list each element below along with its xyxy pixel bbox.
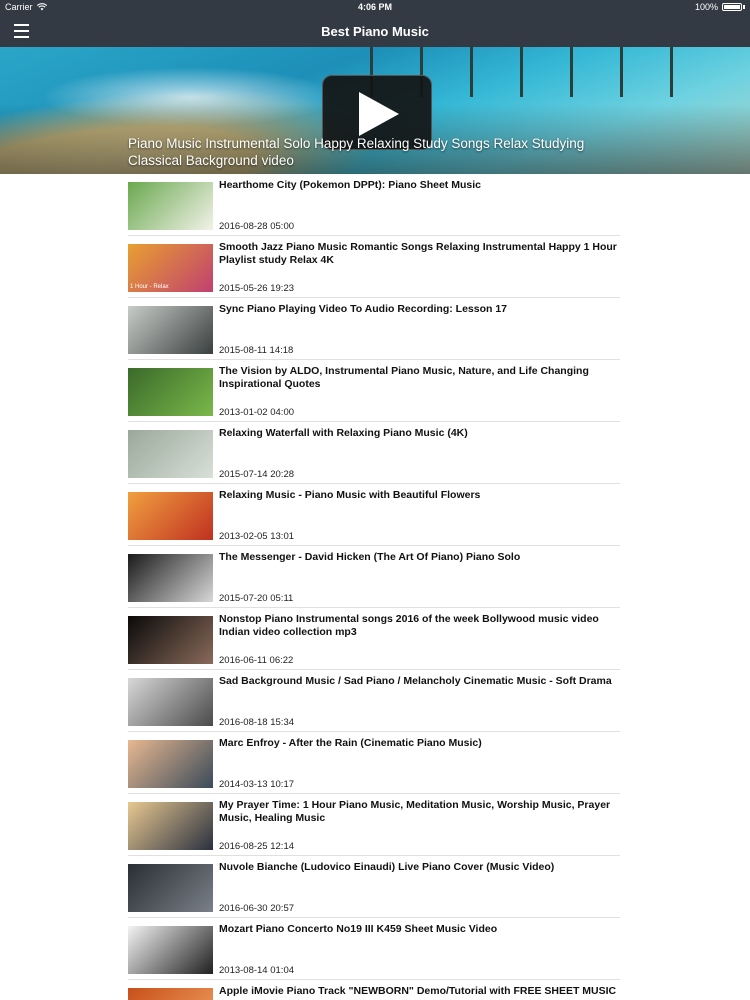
video-thumbnail: [128, 988, 213, 1000]
featured-video[interactable]: Piano Music Instrumental Solo Happy Rela…: [0, 47, 750, 174]
video-date: 2015-07-20 05:11: [219, 593, 294, 604]
video-thumbnail: [128, 430, 213, 478]
video-list: Hearthome City (Pokemon DPPt): Piano She…: [128, 174, 620, 1000]
thumbnail-caption: 1 Hour - Relax: [130, 284, 169, 290]
video-title: Nonstop Piano Instrumental songs 2016 of…: [219, 613, 599, 638]
video-date: 2013-01-02 04:00: [219, 407, 295, 418]
video-thumbnail: [128, 864, 213, 912]
video-title: Smooth Jazz Piano Music Romantic Songs R…: [219, 241, 617, 266]
nav-title: Best Piano Music: [321, 24, 429, 39]
video-date: 2016-08-18 15:34: [219, 717, 295, 728]
video-title: Mozart Piano Concerto No19 III K459 Shee…: [219, 923, 498, 935]
video-date: 2015-08-11 14:18: [219, 345, 294, 356]
video-list-item[interactable]: Apple iMovie Piano Track "NEWBORN" Demo/…: [128, 980, 620, 1000]
video-title: Sync Piano Playing Video To Audio Record…: [219, 303, 508, 315]
video-title: The Messenger - David Hicken (The Art Of…: [219, 551, 521, 563]
video-thumbnail: [128, 802, 213, 850]
video-list-item[interactable]: Sync Piano Playing Video To Audio Record…: [128, 298, 620, 360]
video-thumbnail: [128, 182, 213, 230]
video-list-item[interactable]: Mozart Piano Concerto No19 III K459 Shee…: [128, 918, 620, 980]
video-list-item[interactable]: Nuvole Bianche (Ludovico Einaudi) Live P…: [128, 856, 620, 918]
video-date: 2016-08-25 12:14: [219, 841, 295, 852]
featured-video-title: Piano Music Instrumental Solo Happy Rela…: [128, 136, 585, 168]
video-list-item[interactable]: Marc Enfroy - After the Rain (Cinematic …: [128, 732, 620, 794]
status-bar: Carrier 4:06 PM 100%: [0, 0, 750, 15]
video-thumbnail: [128, 306, 213, 354]
video-title: My Prayer Time: 1 Hour Piano Music, Medi…: [219, 799, 611, 824]
battery-tip: [743, 5, 745, 9]
video-title: Marc Enfroy - After the Rain (Cinematic …: [219, 737, 482, 749]
video-thumbnail: [128, 926, 213, 974]
video-thumbnail: 1 Hour - Relax: [128, 244, 213, 292]
play-triangle: [359, 92, 399, 136]
video-list-item[interactable]: Nonstop Piano Instrumental songs 2016 of…: [128, 608, 620, 670]
video-thumbnail: [128, 678, 213, 726]
status-right: 100%: [695, 2, 745, 12]
battery-icon: [722, 3, 742, 11]
video-date: 2013-08-14 01:04: [219, 965, 295, 976]
video-title: Apple iMovie Piano Track "NEWBORN" Demo/…: [219, 985, 617, 997]
video-thumbnail: [128, 740, 213, 788]
video-date: 2013-02-05 13:01: [219, 531, 295, 542]
status-time: 4:06 PM: [357, 2, 392, 12]
video-list-item[interactable]: The Vision by ALDO, Instrumental Piano M…: [128, 360, 620, 422]
video-list-item[interactable]: Relaxing Waterfall with Relaxing Piano M…: [128, 422, 620, 484]
video-thumbnail: [128, 492, 213, 540]
video-title: Relaxing Music - Piano Music with Beauti…: [219, 489, 481, 501]
app-root: Carrier 4:06 PM 100% Best Piano Music Pi…: [0, 0, 750, 1000]
video-title: Nuvole Bianche (Ludovico Einaudi) Live P…: [219, 861, 555, 873]
video-list-item[interactable]: Sad Background Music / Sad Piano / Melan…: [128, 670, 620, 732]
video-date: 2016-06-11 06:22: [219, 655, 294, 666]
video-date: 2014-03-13 10:17: [219, 779, 295, 790]
video-thumbnail: [128, 368, 213, 416]
video-date: 2016-06-30 20:57: [219, 903, 295, 914]
video-list-item[interactable]: My Prayer Time: 1 Hour Piano Music, Medi…: [128, 794, 620, 856]
video-list-item[interactable]: The Messenger - David Hicken (The Art Of…: [128, 546, 620, 608]
video-date: 2015-05-26 19:23: [219, 283, 295, 294]
battery-percent: 100%: [694, 2, 718, 12]
video-thumbnail: [128, 616, 213, 664]
video-title: Relaxing Waterfall with Relaxing Piano M…: [219, 427, 468, 439]
video-list-item[interactable]: Relaxing Music - Piano Music with Beauti…: [128, 484, 620, 546]
nav-bar: Best Piano Music: [0, 15, 750, 47]
video-thumbnail: [128, 554, 213, 602]
video-date: 2015-07-14 20:28: [219, 469, 295, 480]
video-title: Sad Background Music / Sad Piano / Melan…: [219, 675, 612, 687]
video-list-item[interactable]: 1 Hour - Relax Smooth Jazz Piano Music Ro…: [128, 236, 620, 298]
video-title: Hearthome City (Pokemon DPPt): Piano She…: [219, 179, 481, 191]
video-list-item[interactable]: Hearthome City (Pokemon DPPt): Piano She…: [128, 174, 620, 236]
video-date: 2016-08-28 05:00: [219, 221, 295, 232]
video-title: The Vision by ALDO, Instrumental Piano M…: [219, 365, 589, 390]
